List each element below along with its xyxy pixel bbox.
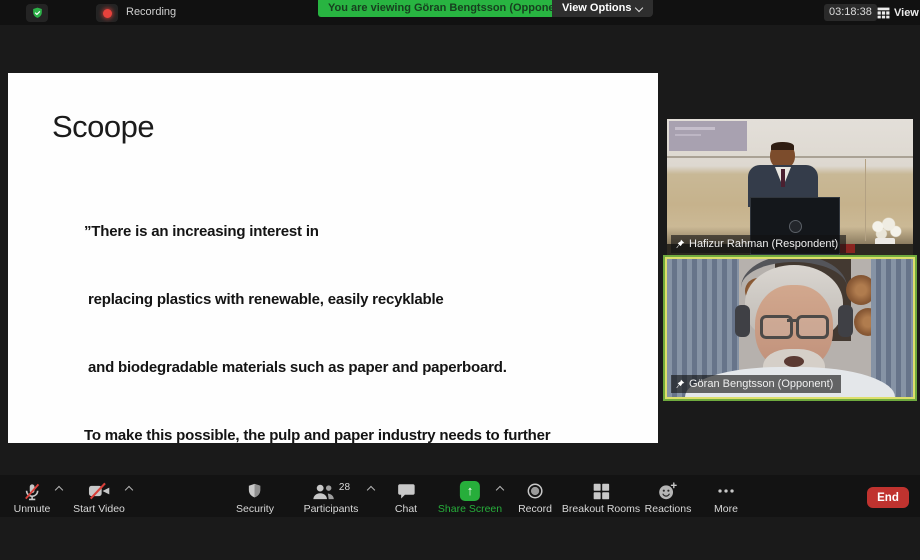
breakout-rooms-icon bbox=[592, 483, 609, 500]
encryption-badge[interactable] bbox=[26, 4, 48, 22]
recording-label: Recording bbox=[126, 0, 176, 25]
participant-name: Hafizur Rahman (Respondent) bbox=[689, 236, 838, 252]
quote-line: replacing plastics with renewable, easil… bbox=[84, 289, 550, 312]
quote-line: To make this possible, the pulp and pape… bbox=[84, 425, 550, 448]
slide-title: Scoope bbox=[52, 109, 154, 145]
pin-icon bbox=[675, 379, 685, 389]
headphone-earcup bbox=[838, 305, 853, 337]
grid-view-icon bbox=[877, 7, 890, 19]
reactions-smiley-icon bbox=[658, 482, 678, 501]
participants-options-chevron[interactable] bbox=[366, 486, 376, 493]
recording-indicator bbox=[96, 4, 118, 22]
wall-seam bbox=[865, 159, 866, 241]
respondent-tie bbox=[781, 169, 785, 187]
participants-label: Participants bbox=[304, 503, 359, 515]
participants-count: 28 bbox=[339, 482, 350, 493]
breakout-rooms-label: Breakout Rooms bbox=[562, 503, 640, 515]
reactions-label: Reactions bbox=[645, 503, 692, 515]
participant-name-tag: Göran Bengtsson (Opponent) bbox=[671, 375, 841, 393]
security-shield-icon bbox=[247, 482, 264, 500]
glasses-bridge bbox=[787, 319, 797, 322]
audio-options-chevron[interactable] bbox=[54, 486, 64, 493]
participant-name-tag: Hafizur Rahman (Respondent) bbox=[671, 235, 846, 253]
reactions-button[interactable]: Reactions bbox=[645, 481, 692, 515]
camera-off-icon bbox=[88, 482, 110, 500]
record-label: Record bbox=[518, 503, 552, 515]
share-screen-icon: ↑ bbox=[460, 481, 480, 501]
start-video-label: Start Video bbox=[73, 503, 125, 515]
record-button[interactable]: Record bbox=[518, 481, 552, 515]
share-screen-button[interactable]: ↑ Share Screen bbox=[438, 481, 502, 515]
view-button-label: View bbox=[894, 7, 919, 19]
pin-icon bbox=[675, 239, 685, 249]
quote-line: and biodegradable materials such as pape… bbox=[84, 357, 550, 380]
microphone-muted-icon bbox=[22, 482, 41, 501]
chat-button[interactable]: Chat bbox=[395, 481, 417, 515]
video-tile-hafizur-rahman[interactable]: Hafizur Rahman (Respondent) bbox=[667, 119, 913, 257]
quote-line: ”There is an increasing interest in bbox=[84, 221, 550, 244]
unmute-button[interactable]: Unmute bbox=[14, 481, 51, 515]
opponent-mouth bbox=[784, 356, 804, 367]
participants-icon bbox=[312, 483, 336, 500]
headphone-earcup bbox=[735, 305, 750, 337]
view-button[interactable]: View bbox=[872, 3, 920, 22]
curtain-right bbox=[871, 259, 913, 397]
chat-label: Chat bbox=[395, 503, 417, 515]
more-button[interactable]: More bbox=[714, 481, 738, 515]
record-icon bbox=[526, 482, 544, 500]
chevron-down-icon bbox=[636, 4, 643, 11]
more-dots-icon bbox=[716, 482, 736, 500]
view-options-button[interactable]: View Options bbox=[552, 0, 653, 17]
start-video-button[interactable]: Start Video bbox=[73, 481, 125, 515]
video-tile-goran-bengtsson-active-speaker[interactable]: Göran Bengtsson (Opponent) bbox=[665, 257, 915, 399]
more-label: More bbox=[714, 503, 738, 515]
breakout-rooms-button[interactable]: Breakout Rooms bbox=[562, 481, 640, 515]
recording-dot-icon bbox=[103, 9, 112, 18]
end-meeting-button[interactable]: End bbox=[867, 487, 909, 508]
shared-screen-slide: Scoope ”There is an increasing interest … bbox=[8, 73, 658, 443]
view-options-label: View Options bbox=[562, 0, 631, 17]
glasses bbox=[760, 315, 828, 335]
top-bar: Recording You are viewing Göran Bengtsso… bbox=[0, 0, 920, 25]
glasses-lens bbox=[796, 315, 829, 339]
unmute-label: Unmute bbox=[14, 503, 51, 515]
video-options-chevron[interactable] bbox=[124, 486, 134, 493]
security-button[interactable]: Security bbox=[236, 481, 274, 515]
chat-bubble-icon bbox=[397, 482, 416, 500]
participant-name: Göran Bengtsson (Opponent) bbox=[689, 376, 833, 392]
security-label: Security bbox=[236, 503, 274, 515]
meeting-toolbar: Unmute Start Video Security bbox=[0, 475, 920, 517]
shield-check-icon bbox=[31, 6, 44, 20]
monitor-logo bbox=[789, 220, 802, 233]
meeting-timer: 03:18:38 bbox=[824, 4, 877, 21]
projection-screen bbox=[669, 121, 747, 151]
share-screen-label: Share Screen bbox=[438, 503, 502, 515]
share-options-chevron[interactable] bbox=[495, 486, 505, 493]
participants-button[interactable]: 28 Participants bbox=[304, 481, 359, 515]
